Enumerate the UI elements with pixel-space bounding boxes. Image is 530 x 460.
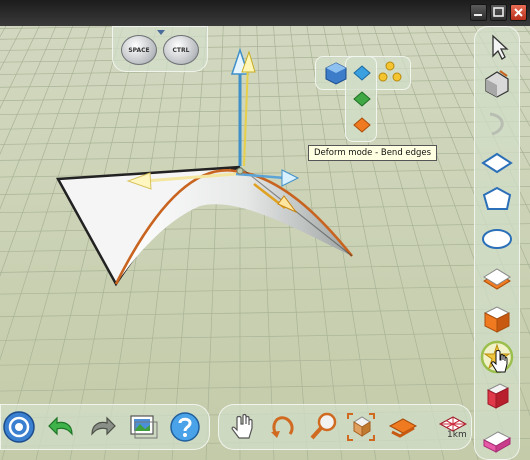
minimize-icon: [474, 14, 482, 16]
3d-scene[interactable]: [0, 26, 530, 460]
sketchup-viewport: SPACE CTRL Deform mode - Bend edges 1km: [0, 0, 530, 460]
undo-icon[interactable]: [46, 410, 80, 444]
ground-plane: [0, 26, 530, 460]
deform-scale-icon[interactable]: [378, 60, 402, 84]
modifier-keys-panel: SPACE CTRL: [112, 26, 208, 72]
help-icon[interactable]: [168, 410, 202, 444]
snap-icon[interactable]: [386, 410, 420, 444]
panel-chevron-icon: [157, 30, 165, 35]
deform-bend-edges-icon[interactable]: [351, 88, 373, 110]
deform-move-icon[interactable]: [323, 60, 349, 86]
cube-icon[interactable]: [480, 302, 514, 336]
close-button[interactable]: [510, 4, 527, 21]
ctrl-key-label: CTRL: [172, 46, 190, 54]
bend-arrow-icon[interactable]: [480, 106, 514, 140]
view-cube-icon[interactable]: [344, 410, 378, 444]
red-block-icon[interactable]: [480, 378, 514, 412]
orbit-icon[interactable]: [266, 410, 300, 444]
title-bar: [0, 0, 530, 26]
maximize-icon: [493, 7, 504, 17]
rhombus-shape-icon[interactable]: [480, 146, 514, 180]
extrude-shape-icon[interactable]: [480, 262, 514, 296]
redo-icon[interactable]: [84, 410, 118, 444]
space-key-label: SPACE: [128, 46, 150, 54]
deform-extrude-icon[interactable]: [351, 114, 373, 136]
zoom-icon[interactable]: [306, 410, 340, 444]
minimize-button[interactable]: [470, 4, 487, 21]
maximize-button[interactable]: [490, 4, 507, 21]
tooltip: Deform mode - Bend edges: [308, 145, 438, 161]
paint-bucket-icon[interactable]: [480, 66, 514, 100]
app-menu-icon[interactable]: [2, 410, 36, 444]
close-icon: [514, 8, 523, 17]
deform-rotate-icon[interactable]: [351, 62, 373, 84]
pan-hand-icon[interactable]: [226, 410, 260, 444]
hand-cursor-icon: [491, 350, 508, 373]
ellipse-shape-icon[interactable]: [480, 222, 514, 256]
space-key[interactable]: SPACE: [121, 35, 157, 65]
grid-scale-label: 1km: [447, 430, 467, 440]
ctrl-key[interactable]: CTRL: [163, 35, 199, 65]
import-image-icon[interactable]: [126, 410, 160, 444]
pentagon-shape-icon[interactable]: [480, 182, 514, 216]
select-arrow-icon[interactable]: [480, 30, 514, 64]
eraser-icon[interactable]: [480, 422, 514, 456]
